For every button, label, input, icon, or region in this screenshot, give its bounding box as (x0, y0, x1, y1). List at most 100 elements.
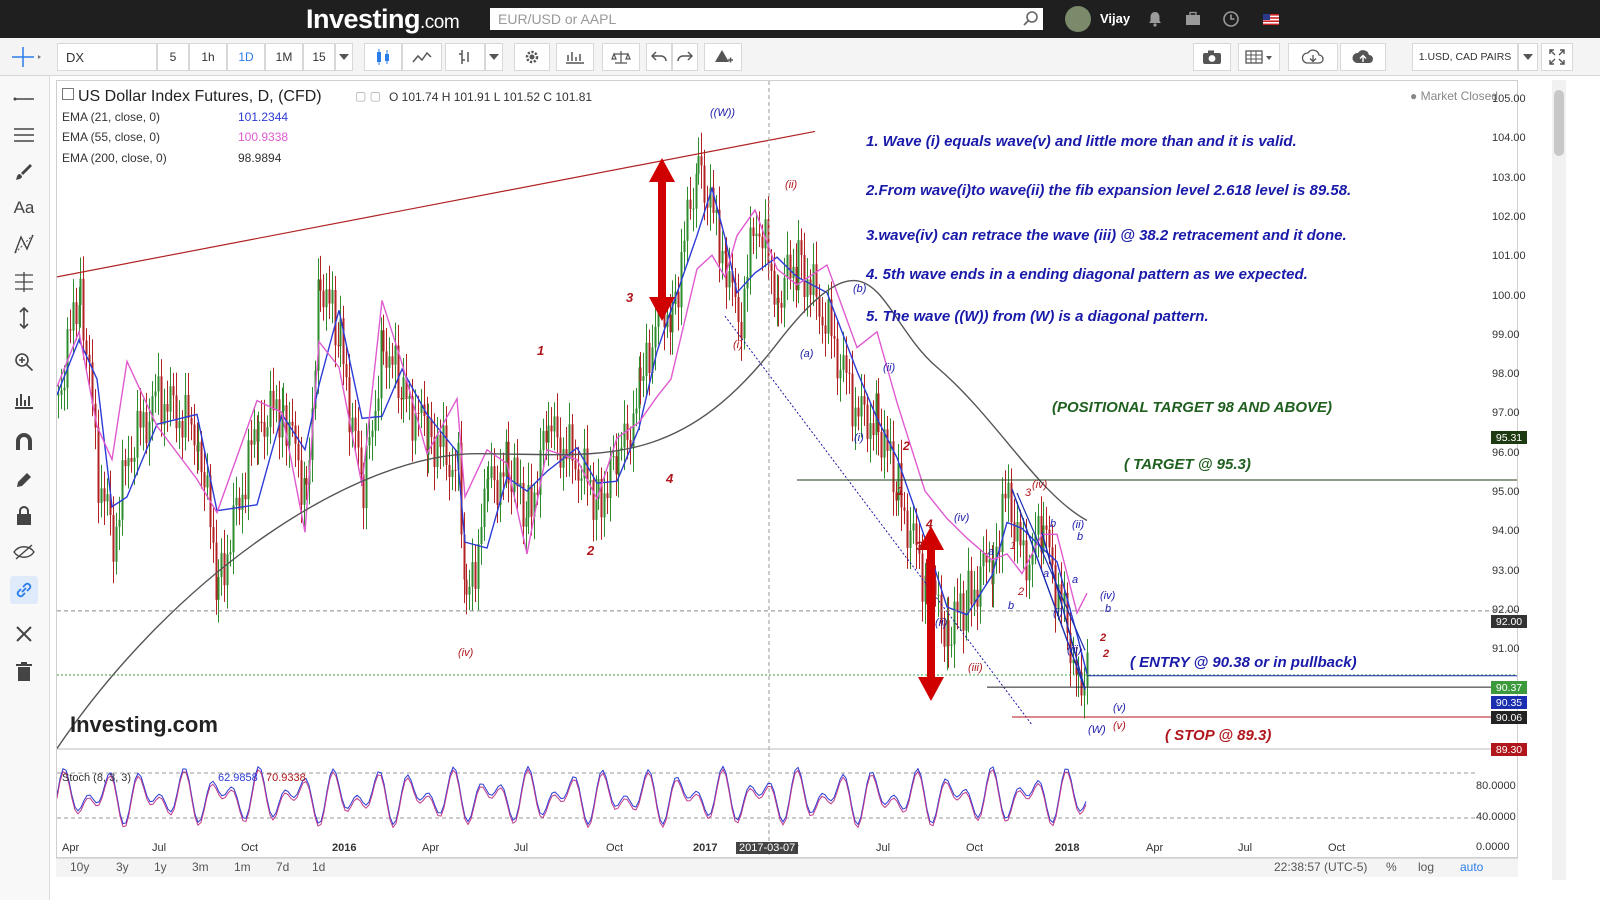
load-layout-button[interactable] (1288, 43, 1338, 71)
user-name[interactable]: Vijay (1100, 11, 1130, 26)
candle-body (962, 593, 965, 631)
stoch-label[interactable]: Stoch (8, 3, 3) (62, 772, 131, 784)
candle-body (764, 219, 767, 249)
range-1y[interactable]: 1y (154, 860, 167, 874)
compare-button[interactable] (602, 43, 640, 71)
bar-style-button[interactable] (445, 43, 485, 71)
layout-button[interactable] (1238, 43, 1280, 71)
zoom-tool[interactable] (10, 348, 38, 376)
legend-icons[interactable]: ▢ ▢ (355, 89, 381, 103)
candle-style-button[interactable] (364, 43, 402, 71)
portfolio-icon[interactable] (1184, 10, 1202, 28)
candle-body (226, 554, 229, 586)
ema200-label[interactable]: EMA (200, close, 0) (62, 151, 167, 165)
lock-tool[interactable] (10, 502, 38, 530)
interval-1m[interactable]: 1M (265, 43, 303, 71)
percent-scale-button[interactable]: % (1386, 860, 1397, 874)
candle-body (157, 376, 160, 392)
collapse-legend-icon[interactable] (62, 88, 74, 100)
menu-tool[interactable] (10, 121, 38, 149)
wave-label: a (1072, 574, 1079, 586)
investing-logo[interactable]: Investing.com (306, 4, 460, 35)
chart-toolbar: DX 5 1h 1D 1M 15 1.USD, CAD PAIRS (0, 38, 1600, 76)
ohlc-bar-icon (459, 50, 469, 64)
layout-name[interactable]: 1.USD, CAD PAIRS (1412, 43, 1518, 71)
undo-button[interactable] (646, 43, 672, 71)
chart-data-tool[interactable] (10, 386, 38, 414)
magnet-tool[interactable] (10, 428, 38, 456)
fullscreen-button[interactable] (1541, 43, 1573, 71)
line-chart-button[interactable] (402, 43, 442, 71)
auto-scale-button[interactable]: auto (1460, 860, 1483, 874)
brush-tool[interactable] (10, 158, 38, 186)
wave-label: 3 (916, 539, 923, 553)
candlestick-icon (377, 49, 389, 65)
candle-body (257, 421, 260, 442)
settings-button[interactable] (514, 43, 550, 71)
candle-body (848, 372, 851, 374)
candle-body (337, 345, 340, 347)
bell-icon[interactable] (1146, 10, 1164, 28)
candle-body (821, 316, 824, 326)
symbol-input[interactable]: DX (57, 43, 157, 71)
interval-1h[interactable]: 1h (189, 43, 227, 71)
link-icon (16, 582, 32, 598)
interval-dropdown[interactable] (335, 43, 353, 71)
save-layout-button[interactable] (1340, 43, 1386, 71)
clock-icon[interactable] (1222, 10, 1240, 28)
delete-tool[interactable] (10, 658, 38, 686)
candle-body (253, 429, 256, 445)
stay-drawing-tool[interactable] (10, 466, 38, 494)
wave-label: (ii) (785, 179, 798, 191)
range-10y[interactable]: 10y (70, 860, 89, 874)
pattern-tool[interactable] (10, 230, 38, 258)
layout-dropdown[interactable] (1518, 43, 1538, 71)
price-axis-label: 93.00 (1492, 564, 1520, 577)
candle-body (483, 488, 486, 527)
red-arrow-bottom (918, 677, 944, 701)
indicators-button[interactable] (556, 43, 594, 71)
chart-style-dropdown[interactable] (485, 43, 503, 71)
candle-body (1016, 521, 1019, 542)
ema21-label[interactable]: EMA (21, close, 0) (62, 110, 160, 124)
range-1m[interactable]: 1m (234, 860, 251, 874)
range-7d[interactable]: 7d (276, 860, 289, 874)
line-tool[interactable] (10, 85, 38, 113)
fullscreen-icon (1549, 49, 1565, 65)
avatar[interactable] (1065, 6, 1091, 32)
fib-tool[interactable] (10, 268, 38, 296)
interval-15[interactable]: 15 (303, 43, 335, 71)
candle-body (752, 227, 755, 237)
interval-1d[interactable]: 1D (227, 43, 265, 71)
log-scale-button[interactable]: log (1418, 860, 1434, 874)
candle-body (360, 447, 363, 475)
search-input[interactable] (490, 8, 1043, 30)
text-tool[interactable]: Aa (10, 194, 38, 222)
range-1d[interactable]: 1d (312, 860, 325, 874)
interval-5[interactable]: 5 (157, 43, 189, 71)
price-box-90-06: 90.06 (1491, 711, 1527, 724)
candle-body (950, 644, 953, 646)
search-icon[interactable] (1022, 10, 1040, 28)
measure-tool[interactable] (10, 304, 38, 332)
indicators-icon (566, 52, 584, 64)
us-flag-icon[interactable] (1262, 10, 1280, 28)
candle-body (770, 263, 773, 271)
ema55-label[interactable]: EMA (55, close, 0) (62, 130, 160, 144)
redo-button[interactable] (672, 43, 698, 71)
link-tool[interactable] (10, 576, 38, 604)
candle-body (589, 480, 592, 483)
snapshot-button[interactable] (1193, 43, 1231, 71)
alert-button[interactable] (704, 43, 742, 71)
hide-tool[interactable] (10, 538, 38, 566)
crosshair-icon[interactable] (8, 46, 44, 68)
candle-body (577, 469, 580, 481)
range-3m[interactable]: 3m (192, 860, 209, 874)
scrollbar-thumb[interactable] (1554, 90, 1564, 156)
vertical-scrollbar[interactable] (1552, 80, 1566, 880)
zoom-icon (15, 353, 34, 372)
candle-body (836, 338, 839, 379)
remove-drawings-tool[interactable] (10, 620, 38, 648)
candle-body (331, 289, 334, 304)
range-3y[interactable]: 3y (116, 860, 129, 874)
